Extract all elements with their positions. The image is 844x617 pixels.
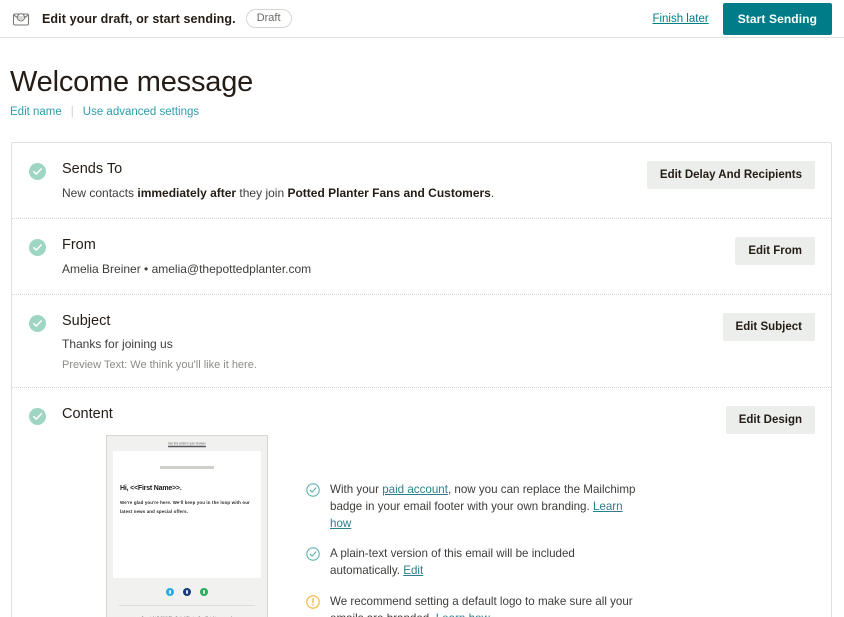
content-title: Content xyxy=(62,406,815,423)
edit-design-button[interactable]: Edit Design xyxy=(726,406,815,434)
thumbnail-browser-bar: See this email in your browser xyxy=(107,436,267,451)
sends-to-title: Sends To xyxy=(62,161,633,178)
sends-to-description: New contacts immediately after they join… xyxy=(62,185,633,202)
warning-circle-icon xyxy=(306,595,320,609)
sends-to-body: Sends To New contacts immediately after … xyxy=(62,161,633,202)
campaign-checklist-card: Sends To New contacts immediately after … xyxy=(11,142,832,617)
hint-text: With your paid account, now you can repl… xyxy=(330,482,636,532)
thumbnail-logo-placeholder xyxy=(160,466,214,469)
email-preview-thumbnail[interactable]: See this email in your browser Hi, <<Fir… xyxy=(106,435,268,617)
edit-name-link[interactable]: Edit name xyxy=(10,106,62,118)
thumbnail-footer: Copyright © 2019 The Potted Planter Co. … xyxy=(107,606,267,617)
section-sends-to: Sends To New contacts immediately after … xyxy=(12,143,831,219)
page-header: Welcome message Edit name | Use advanced… xyxy=(0,38,844,118)
check-circle-outline-icon xyxy=(306,547,320,561)
subject-body: Subject Thanks for joining us Preview Te… xyxy=(62,313,709,371)
email-thumbnail-wrapper: See this email in your browser Hi, <<Fir… xyxy=(106,435,268,617)
sends-to-text-3: . xyxy=(491,186,494,200)
status-badge: Draft xyxy=(246,9,292,28)
check-circle-outline-icon xyxy=(306,483,320,497)
sends-to-audience: Potted Planter Fans and Customers xyxy=(287,186,490,200)
topbar-title: Edit your draft, or start sending. xyxy=(42,12,236,26)
hint-plain-text-version: A plain-text version of this email will … xyxy=(306,546,636,580)
check-circle-filled-icon xyxy=(29,408,46,425)
edit-plain-text-link[interactable]: Edit xyxy=(403,564,423,577)
hint-paid-account-branding: With your paid account, now you can repl… xyxy=(306,482,636,532)
from-description: Amelia Breiner • amelia@thepottedplanter… xyxy=(62,261,721,278)
subnav-divider: | xyxy=(71,106,74,118)
sends-to-text-2: they join xyxy=(236,186,287,200)
sends-to-timing: immediately after xyxy=(137,186,236,200)
thumbnail-social-icons xyxy=(107,578,267,596)
paid-account-link[interactable]: paid account xyxy=(382,483,448,496)
check-circle-filled-icon xyxy=(29,315,46,332)
preview-text: Preview Text: We think you'll like it he… xyxy=(62,359,709,371)
finish-later-link[interactable]: Finish later xyxy=(652,13,708,25)
thumbnail-body: Hi, <<First Name>>. We're glad you're he… xyxy=(113,451,261,578)
content-preview-area: See this email in your browser Hi, <<Fir… xyxy=(62,435,815,617)
check-circle-filled-icon xyxy=(29,163,46,180)
section-from: From Amelia Breiner • amelia@thepottedpl… xyxy=(12,219,831,295)
hint-1-pre: A plain-text version of this email will … xyxy=(330,547,575,577)
page-subnav: Edit name | Use advanced settings xyxy=(10,106,844,118)
top-action-bar: Edit your draft, or start sending. Draft… xyxy=(0,0,844,38)
twitter-icon xyxy=(166,588,174,596)
section-content: Content See this email in your browser H… xyxy=(12,388,831,617)
envelope-message-icon xyxy=(10,8,32,30)
subject-title: Subject xyxy=(62,313,709,330)
check-circle-filled-icon xyxy=(29,239,46,256)
section-subject: Subject Thanks for joining us Preview Te… xyxy=(12,295,831,388)
hint-text: A plain-text version of this email will … xyxy=(330,546,636,580)
view-in-browser-link: See this email in your browser xyxy=(168,441,206,446)
edit-delay-and-recipients-button[interactable]: Edit Delay And Recipients xyxy=(647,161,815,189)
hint-0-pre: With your xyxy=(330,483,382,496)
content-body: Content See this email in your browser H… xyxy=(62,406,815,617)
thumbnail-heading: Hi, <<First Name>>. xyxy=(120,485,254,492)
page-title: Welcome message xyxy=(10,66,844,99)
topbar-actions: Finish later Start Sending xyxy=(652,3,832,35)
facebook-icon xyxy=(183,588,191,596)
start-sending-button[interactable]: Start Sending xyxy=(723,3,832,35)
advanced-settings-link[interactable]: Use advanced settings xyxy=(83,106,199,118)
hint-text: We recommend setting a default logo to m… xyxy=(330,594,636,617)
edit-subject-button[interactable]: Edit Subject xyxy=(723,313,815,341)
content-hints-list: With your paid account, now you can repl… xyxy=(306,435,636,617)
subject-description: Thanks for joining us xyxy=(62,336,709,353)
edit-from-button[interactable]: Edit From xyxy=(735,237,815,265)
from-title: From xyxy=(62,237,721,254)
sends-to-text-1: New contacts xyxy=(62,186,137,200)
from-body: From Amelia Breiner • amelia@thepottedpl… xyxy=(62,237,721,278)
learn-how-logo-link[interactable]: Learn how xyxy=(436,612,490,617)
instagram-icon xyxy=(200,588,208,596)
thumbnail-body-text: We're glad you're here. We'll keep you i… xyxy=(120,499,254,517)
hint-default-logo: We recommend setting a default logo to m… xyxy=(306,594,636,617)
